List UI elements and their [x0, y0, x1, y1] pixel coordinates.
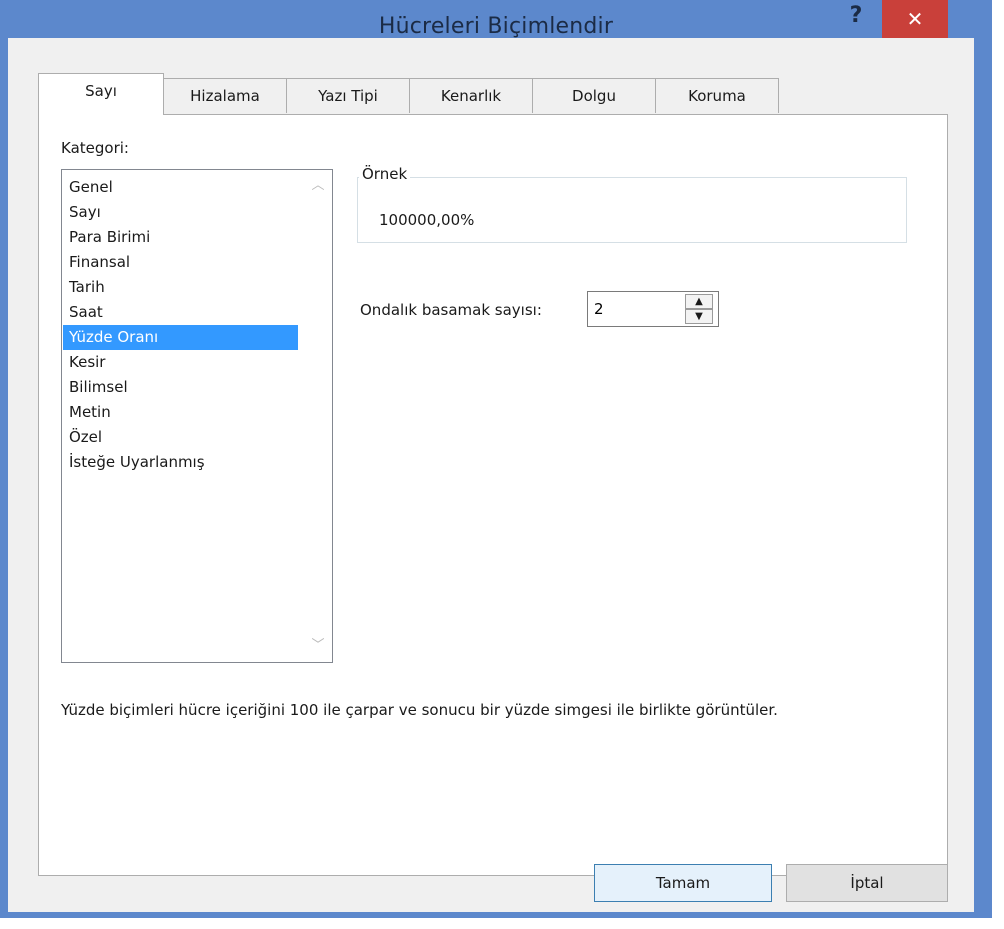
list-item[interactable]: Sayı: [63, 200, 298, 225]
list-item[interactable]: Özel: [63, 425, 298, 450]
tab-label: Dolgu: [572, 87, 616, 105]
tab-label: Sayı: [85, 82, 117, 100]
decrement-arrow-icon[interactable]: ▼: [685, 309, 713, 324]
dialog-body: Sayı Hizalama Yazı Tipi Kenarlık Dolgu K…: [8, 38, 974, 912]
tab-koruma[interactable]: Koruma: [655, 78, 779, 113]
list-item[interactable]: Genel: [63, 175, 298, 200]
list-item[interactable]: Saat: [63, 300, 298, 325]
increment-arrow-icon[interactable]: ▲: [685, 294, 713, 309]
tab-sayi[interactable]: Sayı: [38, 73, 164, 115]
tab-label: Yazı Tipi: [318, 87, 378, 105]
list-item[interactable]: Metin: [63, 400, 298, 425]
list-item-selected[interactable]: Yüzde Oranı: [63, 325, 298, 350]
scroll-up-icon[interactable]: ︿: [310, 178, 326, 194]
list-item[interactable]: İsteğe Uyarlanmış: [63, 450, 298, 475]
decimal-places-stepper[interactable]: ▲ ▼: [587, 291, 719, 327]
ok-button[interactable]: Tamam: [594, 864, 772, 902]
list-item[interactable]: Para Birimi: [63, 225, 298, 250]
tab-label: Kenarlık: [440, 87, 502, 105]
category-label: Kategori:: [61, 139, 129, 157]
format-description: Yüzde biçimleri hücre içeriğini 100 ile …: [61, 701, 778, 719]
tab-kenarlik[interactable]: Kenarlık: [409, 78, 533, 113]
list-item[interactable]: Finansal: [63, 250, 298, 275]
tab-dolgu[interactable]: Dolgu: [532, 78, 656, 113]
list-item[interactable]: Kesir: [63, 350, 298, 375]
tab-hizalama[interactable]: Hizalama: [163, 78, 287, 113]
number-tab-panel: Kategori: Genel Sayı Para Birimi Finansa…: [38, 114, 948, 876]
sample-value: 100000,00%: [379, 211, 475, 229]
category-listbox[interactable]: Genel Sayı Para Birimi Finansal Tarih Sa…: [61, 169, 333, 663]
help-icon[interactable]: ?: [838, 2, 874, 30]
scroll-down-icon[interactable]: ﹀: [310, 638, 326, 654]
list-item[interactable]: Tarih: [63, 275, 298, 300]
tab-label: Hizalama: [190, 87, 260, 105]
cancel-button[interactable]: İptal: [786, 864, 948, 902]
tab-yazi-tipi[interactable]: Yazı Tipi: [286, 78, 410, 113]
decimal-places-label: Ondalık basamak sayısı:: [360, 301, 542, 319]
format-cells-dialog: Hücreleri Biçimlendir ? ✕ Sayı Hizalama …: [0, 0, 992, 918]
close-icon[interactable]: ✕: [882, 0, 948, 38]
sample-groupbox: [357, 177, 907, 243]
tab-label: Koruma: [688, 87, 746, 105]
list-item[interactable]: Bilimsel: [63, 375, 298, 400]
sample-label: Örnek: [359, 165, 411, 183]
decimal-places-input[interactable]: [592, 297, 676, 321]
